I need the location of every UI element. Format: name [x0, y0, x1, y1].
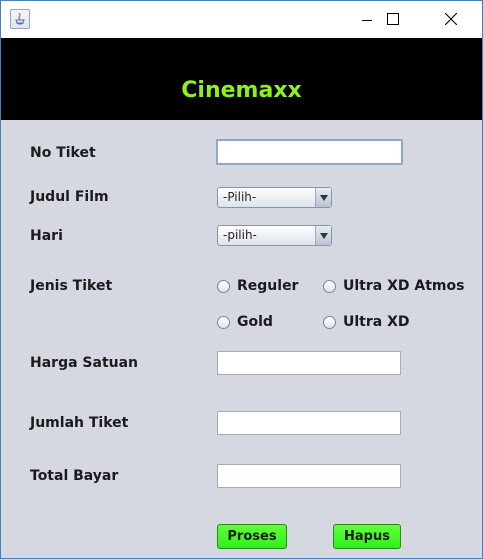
- radio-reguler-label[interactable]: Reguler: [237, 278, 298, 294]
- radio-ultra-xd-label[interactable]: Ultra XD: [343, 314, 410, 330]
- close-icon: [444, 10, 458, 29]
- proses-button[interactable]: Proses: [217, 524, 287, 549]
- radio-ultra-xd[interactable]: Ultra XD: [323, 314, 410, 330]
- radio-ultra-xd-atmos-label[interactable]: Ultra XD Atmos: [343, 278, 464, 294]
- no-tiket-input[interactable]: [218, 141, 401, 164]
- total-bayar-field[interactable]: [217, 464, 401, 488]
- total-bayar-label: Total Bayar: [30, 468, 119, 484]
- java-icon[interactable]: [10, 9, 30, 29]
- app-title: Cinemaxx: [181, 77, 302, 103]
- hari-label: Hari: [30, 228, 63, 244]
- radio-ultra-xd-atmos[interactable]: Ultra XD Atmos: [323, 278, 464, 294]
- radio-button-icon[interactable]: [323, 315, 336, 329]
- jenis-tiket-label: Jenis Tiket: [30, 278, 113, 294]
- form-panel: No Tiket Judul Film -Pilih- Hari -pilih-…: [1, 120, 482, 558]
- jumlah-tiket-label: Jumlah Tiket: [30, 415, 129, 431]
- hapus-button[interactable]: Hapus: [333, 524, 401, 549]
- no-tiket-label: No Tiket: [30, 145, 96, 161]
- jumlah-tiket-field[interactable]: [217, 411, 401, 435]
- radio-gold-label[interactable]: Gold: [237, 314, 273, 330]
- radio-reguler[interactable]: Reguler: [217, 278, 298, 294]
- radio-button-icon[interactable]: [217, 279, 230, 293]
- judul-film-combobox[interactable]: -Pilih-: [217, 187, 332, 208]
- chevron-down-icon[interactable]: [315, 226, 331, 245]
- radio-button-icon[interactable]: [323, 279, 336, 293]
- judul-film-selected: -Pilih-: [223, 190, 257, 204]
- harga-satuan-field[interactable]: [217, 351, 401, 375]
- maximize-icon: [387, 10, 399, 29]
- harga-satuan-input[interactable]: [218, 352, 400, 375]
- radio-gold[interactable]: Gold: [217, 314, 273, 330]
- hari-selected: -pilih-: [223, 228, 257, 242]
- judul-film-label: Judul Film: [30, 189, 109, 205]
- jumlah-tiket-input[interactable]: [218, 412, 400, 435]
- header-banner: Cinemaxx: [1, 38, 482, 120]
- harga-satuan-label: Harga Satuan: [30, 355, 139, 371]
- title-bar[interactable]: [1, 1, 482, 38]
- close-button[interactable]: [428, 1, 474, 38]
- chevron-down-icon[interactable]: [315, 188, 331, 207]
- app-window: Cinemaxx No Tiket Judul Film -Pilih- Har…: [0, 0, 483, 559]
- radio-button-icon[interactable]: [217, 315, 230, 329]
- hari-combobox[interactable]: -pilih-: [217, 225, 332, 246]
- total-bayar-input[interactable]: [218, 465, 400, 488]
- no-tiket-field[interactable]: [216, 139, 403, 165]
- maximize-button[interactable]: [370, 1, 416, 38]
